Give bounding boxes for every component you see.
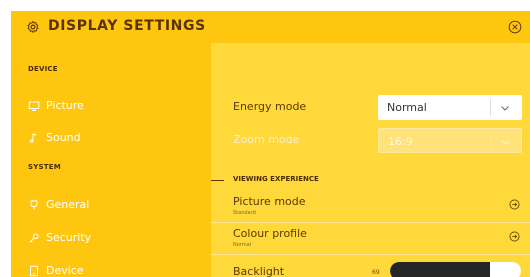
title-bar: DISPLAY SETTINGS [11,11,530,43]
zoom-mode-label: Zoom mode [233,133,300,146]
row-divider [211,222,530,223]
row-divider [211,254,530,255]
sidebar-item-device[interactable]: Device [11,257,211,277]
settings-panel: Energy mode Normal Zoom mode 16:9 VIEWIN… [211,43,530,277]
sidebar-item-label: Security [46,231,92,244]
colour-profile-row[interactable]: Colour profile Normal [211,227,530,257]
sidebar-item-picture[interactable]: Picture [11,92,211,120]
energy-mode-value: Normal [387,101,427,114]
select-divider [490,99,491,116]
sidebar-item-label: Sound [46,131,81,144]
backlight-slider-fill [390,262,490,277]
gear-icon [27,20,39,33]
plug-icon [30,199,38,210]
select-divider [491,133,492,150]
backlight-slider[interactable] [390,262,521,277]
sidebar-item-label: General [46,198,90,211]
sidebar: DEVICE Picture Sound SYSTEM General Secu… [11,43,211,277]
chevron-down-icon [501,106,509,111]
window-title: DISPLAY SETTINGS [48,18,206,34]
colour-profile-title: Colour profile [233,227,307,240]
sidebar-header-device: DEVICE [28,65,58,73]
picture-mode-title: Picture mode [233,195,306,208]
sidebar-item-label: Picture [46,99,84,112]
music-note-icon [29,133,37,143]
device-icon [30,265,38,277]
energy-mode-select[interactable]: Normal [378,95,522,120]
sidebar-header-system: SYSTEM [28,163,61,171]
arrow-right-circle-icon [509,199,520,210]
viewing-experience-header: VIEWING EXPERIENCE [233,175,319,183]
sidebar-item-sound[interactable]: Sound [11,124,211,152]
arrow-right-circle-icon [509,231,520,242]
display-settings-window: DISPLAY SETTINGS DEVICE Picture Sound SY… [11,11,530,277]
zoom-mode-value: 16:9 [388,135,413,148]
picture-mode-row[interactable]: Picture mode Standard [211,195,530,225]
sidebar-item-general[interactable]: General [11,191,211,219]
chevron-down-icon [502,140,510,145]
energy-mode-label: Energy mode [233,100,307,113]
zoom-mode-select[interactable]: 16:9 [378,128,522,153]
close-icon[interactable] [508,20,522,34]
colour-profile-value: Normal [233,242,252,248]
picture-mode-value: Standard [233,210,256,216]
monitor-icon [28,101,40,111]
section-indicator [211,180,224,181]
backlight-value: 69 [372,269,380,276]
sidebar-item-label: Device [46,264,84,277]
key-icon [29,233,39,243]
sidebar-item-security[interactable]: Security [11,224,211,252]
backlight-label: Backlight [233,265,285,277]
